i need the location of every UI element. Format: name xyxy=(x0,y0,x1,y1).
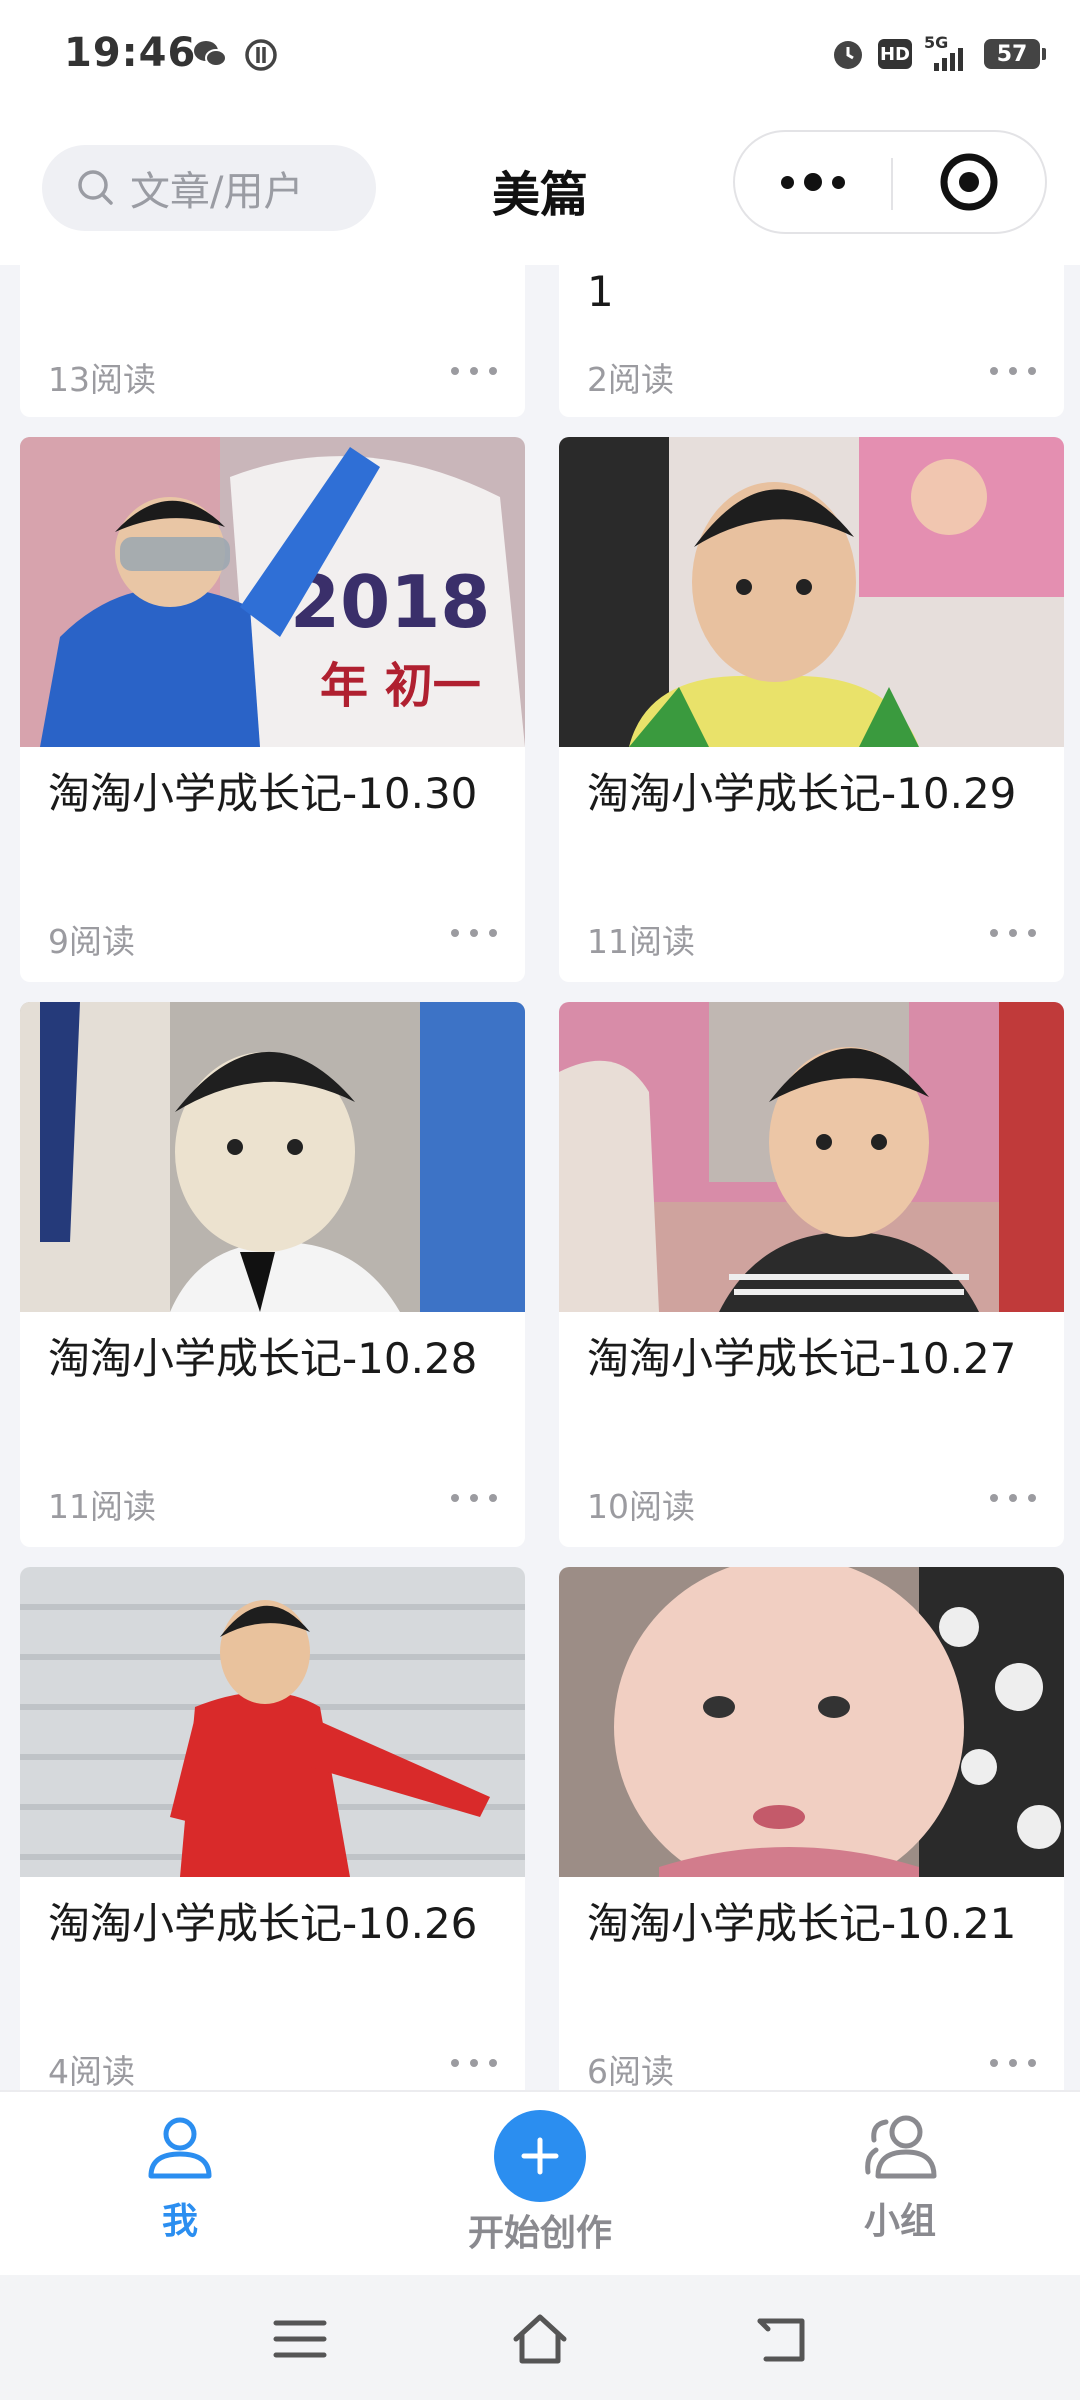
read-count: 11阅读 xyxy=(48,1487,156,1526)
system-nav-bar xyxy=(0,2275,1080,2400)
article-card[interactable]: 淘淘小学成长记-10.29 11阅读 xyxy=(559,437,1064,982)
close-button[interactable] xyxy=(893,132,1045,232)
status-bar: 19:46 HD 5G 57 xyxy=(0,0,1080,115)
back-icon[interactable] xyxy=(752,2309,812,2369)
more-options-icon[interactable] xyxy=(990,929,1036,937)
article-title: 淘淘小学成长记-10.29 xyxy=(587,769,1017,818)
status-time: 19:46 xyxy=(64,30,197,76)
group-icon xyxy=(865,2115,937,2179)
wechat-icon xyxy=(194,41,227,67)
more-options-icon[interactable] xyxy=(990,2059,1036,2067)
read-count: 6阅读 xyxy=(587,2052,674,2090)
tab-me-label: 我 xyxy=(161,2201,198,2242)
tab-create-label: 开始创作 xyxy=(467,2213,612,2254)
read-count: 2阅读 xyxy=(587,360,674,399)
page-title: 美篇 xyxy=(491,167,588,223)
read-count: 13阅读 xyxy=(48,360,156,399)
read-count: 9阅读 xyxy=(48,922,135,961)
tab-group[interactable]: 小组 xyxy=(780,2112,1020,2244)
article-title: 淘淘小学成长记-10.21 xyxy=(587,1899,1017,1948)
tab-create[interactable]: 开始创作 xyxy=(420,2110,660,2256)
menu-icon[interactable] xyxy=(270,2309,330,2369)
more-options-icon[interactable] xyxy=(990,1494,1036,1502)
alarm-icon xyxy=(834,41,862,69)
read-count: 10阅读 xyxy=(587,1487,695,1526)
more-options-icon[interactable] xyxy=(451,367,497,375)
tab-me[interactable]: 我 xyxy=(60,2112,300,2244)
article-card-partial[interactable]: 1 2阅读 xyxy=(559,265,1064,417)
signal-icon: 5G xyxy=(924,33,972,71)
article-card-partial[interactable]: 13阅读 xyxy=(20,265,525,417)
article-card[interactable]: 淘淘小学成长记-10.27 10阅读 xyxy=(559,1002,1064,1547)
create-button[interactable] xyxy=(494,2110,586,2202)
article-thumbnail xyxy=(20,1002,525,1312)
article-thumbnail xyxy=(20,1567,525,1877)
read-count: 11阅读 xyxy=(587,922,695,961)
plus-icon xyxy=(521,2137,559,2175)
article-thumbnail xyxy=(559,437,1064,747)
article-title: 淘淘小学成长记-10.26 xyxy=(48,1899,478,1948)
more-options-icon[interactable] xyxy=(451,929,497,937)
search-placeholder: 文章/用户 xyxy=(130,169,304,215)
search-icon xyxy=(78,170,113,205)
more-options-icon[interactable] xyxy=(990,367,1036,375)
svg-text:年 初一: 年 初一 xyxy=(320,658,481,714)
article-title: 淘淘小学成长记-10.28 xyxy=(48,1334,478,1383)
more-options-icon[interactable] xyxy=(451,2059,497,2067)
article-thumbnail: 2018 年 初一 xyxy=(20,437,525,747)
more-options-icon[interactable] xyxy=(451,1494,497,1502)
article-title: 淘淘小学成长记-10.27 xyxy=(587,1334,1017,1383)
article-title: 1 xyxy=(587,267,614,316)
hd-badge: HD xyxy=(878,39,912,69)
user-icon xyxy=(148,2117,212,2179)
article-card[interactable]: 淘淘小学成长记-10.28 11阅读 xyxy=(20,1002,525,1547)
article-card[interactable]: 淘淘小学成长记-10.26 4阅读 xyxy=(20,1567,525,2090)
article-card[interactable]: 淘淘小学成长记-10.21 6阅读 xyxy=(559,1567,1064,2090)
read-count: 4阅读 xyxy=(48,2052,135,2090)
svg-text:2018: 2018 xyxy=(290,560,490,644)
search-bar[interactable]: 文章/用户 xyxy=(42,145,376,231)
mini-program-capsule xyxy=(733,130,1047,234)
data-saver-icon xyxy=(245,39,277,71)
more-button[interactable] xyxy=(735,132,891,232)
article-title: 淘淘小学成长记-10.30 xyxy=(48,769,478,818)
tab-group-label: 小组 xyxy=(863,2201,936,2242)
bottom-tab-bar: 我 开始创作 小组 xyxy=(0,2090,1080,2275)
target-close-icon xyxy=(940,153,998,211)
article-thumbnail xyxy=(559,1567,1064,1877)
battery-icon: 57 xyxy=(984,39,1046,69)
header: 文章/用户 美篇 xyxy=(0,115,1080,265)
home-icon[interactable] xyxy=(510,2309,570,2369)
article-card[interactable]: 2018 年 初一 淘淘小学成长记-10.30 9阅读 xyxy=(20,437,525,982)
article-feed: 13阅读 1 2阅读 2018 年 初一 淘淘小学成长记-10.30 9阅读 淘… xyxy=(0,265,1080,2090)
article-thumbnail xyxy=(559,1002,1064,1312)
